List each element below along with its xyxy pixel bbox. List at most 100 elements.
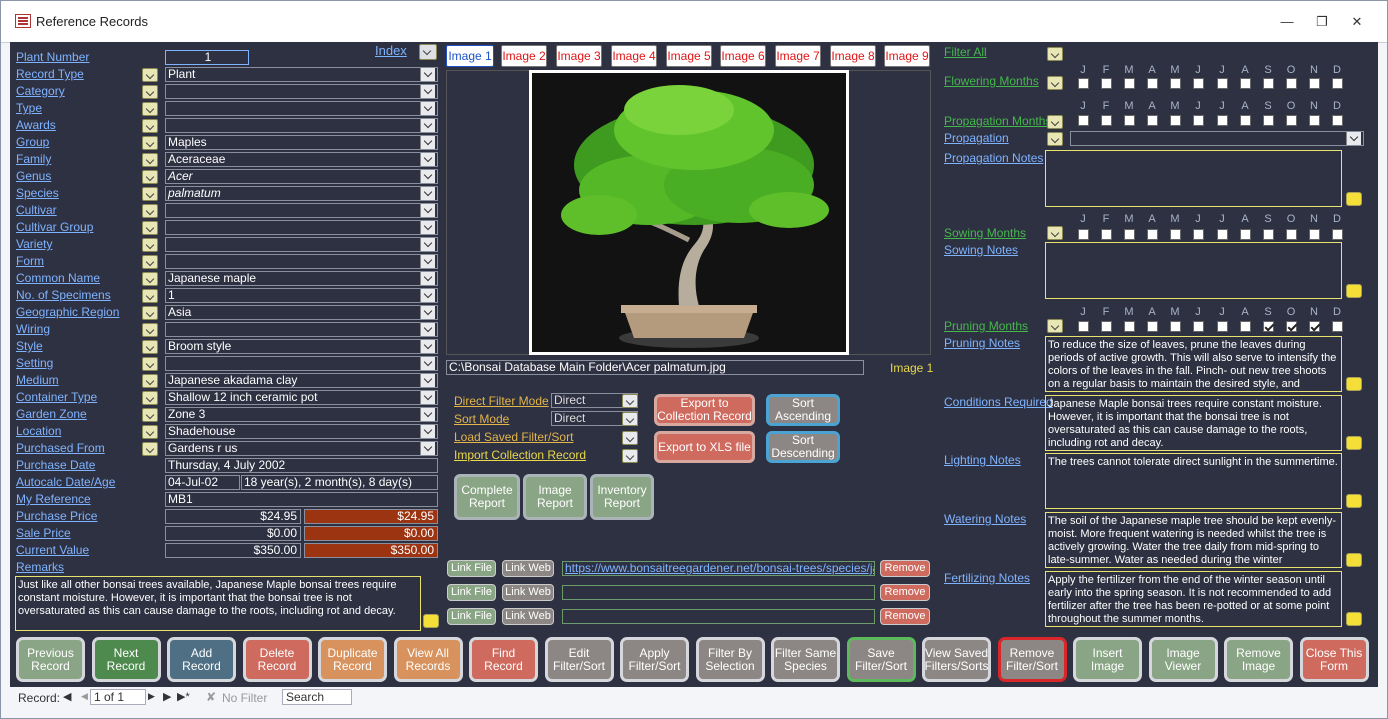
field-label[interactable]: Common Name — [16, 271, 100, 285]
sowing-month-checkbox[interactable] — [1332, 229, 1343, 240]
pruning-month-checkbox[interactable] — [1332, 321, 1343, 332]
sort-descending-button[interactable]: Sort Descending — [766, 431, 840, 463]
field-select[interactable]: Japanese akadama clay — [165, 373, 438, 388]
flowering-month-checkbox[interactable] — [1193, 78, 1204, 89]
image-tab[interactable]: Image 3 — [556, 45, 602, 67]
sowing-month-checkbox[interactable] — [1078, 229, 1089, 240]
watering-notes-zoom-button[interactable] — [1346, 553, 1362, 567]
field-select[interactable] — [165, 220, 438, 235]
filter-all-dropdown[interactable] — [1047, 47, 1063, 61]
bottom-button[interactable]: Insert Image — [1073, 637, 1142, 682]
field-label[interactable]: Variety — [16, 237, 52, 251]
flowering-month-checkbox[interactable] — [1101, 78, 1112, 89]
complete-report-button[interactable]: Complete Report — [454, 474, 520, 520]
flowering-month-checkbox[interactable] — [1217, 78, 1228, 89]
prev-record-icon[interactable]: ◀ — [81, 691, 88, 702]
bottom-button[interactable]: Find Record — [469, 637, 538, 682]
sowing-month-checkbox[interactable] — [1263, 229, 1274, 240]
field-label[interactable]: Category — [16, 84, 65, 98]
field-filter-dropdown[interactable] — [142, 306, 158, 320]
sowing-months-label[interactable]: Sowing Months — [944, 226, 1026, 240]
first-record-icon[interactable]: ◀ — [63, 690, 71, 703]
field-filter-dropdown[interactable] — [142, 153, 158, 167]
field-label[interactable]: Purchased From — [16, 441, 105, 455]
field-select[interactable] — [165, 237, 438, 252]
propagation-month-checkbox[interactable] — [1332, 115, 1343, 126]
sowing-notes-text[interactable] — [1045, 242, 1342, 299]
propagation-month-checkbox[interactable] — [1217, 115, 1228, 126]
pruning-month-checkbox[interactable] — [1101, 321, 1112, 332]
bottom-button[interactable]: Delete Record — [242, 637, 312, 682]
field-label[interactable]: Genus — [16, 169, 51, 183]
sowing-month-checkbox[interactable] — [1124, 229, 1135, 240]
remarks-text[interactable]: Just like all other bonsai trees availab… — [15, 576, 421, 631]
pruning-month-checkbox[interactable] — [1193, 321, 1204, 332]
field-filter-dropdown[interactable] — [142, 340, 158, 354]
image-tab[interactable]: Image 1 — [446, 45, 494, 67]
sowing-month-checkbox[interactable] — [1240, 229, 1251, 240]
current-value-field[interactable]: $350.00 — [165, 543, 301, 558]
propagation-notes-text[interactable] — [1045, 150, 1342, 207]
link-file-button[interactable]: Link File — [447, 584, 496, 601]
remove-link-button[interactable]: Remove — [880, 584, 930, 601]
bottom-button[interactable]: Filter Same Species — [771, 637, 840, 682]
sowing-month-checkbox[interactable] — [1309, 229, 1320, 240]
field-filter-dropdown[interactable] — [142, 102, 158, 116]
index-dropdown[interactable] — [419, 44, 437, 60]
remove-link-button[interactable]: Remove — [880, 608, 930, 625]
link-web-button[interactable]: Link Web — [502, 608, 554, 625]
flowering-month-checkbox[interactable] — [1286, 78, 1297, 89]
bottom-button[interactable]: Duplicate Record — [318, 637, 387, 682]
field-filter-dropdown[interactable] — [142, 255, 158, 269]
field-filter-dropdown[interactable] — [142, 119, 158, 133]
pruning-month-checkbox[interactable] — [1309, 321, 1320, 332]
propagation-label[interactable]: Propagation — [944, 131, 1009, 145]
sowing-month-checkbox[interactable] — [1193, 229, 1204, 240]
record-number-field[interactable]: 1 of 1 — [90, 689, 146, 705]
field-label[interactable]: Garden Zone — [16, 407, 87, 421]
field-label[interactable]: Group — [16, 135, 49, 149]
propagation-month-checkbox[interactable] — [1193, 115, 1204, 126]
watering-notes-text[interactable]: The soil of the Japanese maple tree shou… — [1045, 512, 1342, 568]
propagation-month-checkbox[interactable] — [1286, 115, 1297, 126]
field-select[interactable]: Broom style — [165, 339, 438, 354]
link-url-field[interactable] — [562, 585, 875, 600]
bottom-button[interactable]: Image Viewer — [1148, 637, 1218, 682]
propagation-month-checkbox[interactable] — [1263, 115, 1274, 126]
field-label[interactable]: Family — [16, 152, 51, 166]
bonsai-image[interactable] — [529, 70, 849, 355]
propagation-months-label[interactable]: Propagation Months — [944, 114, 1051, 128]
field-select[interactable]: 1 — [165, 288, 438, 303]
field-filter-dropdown[interactable] — [142, 170, 158, 184]
field-filter-dropdown[interactable] — [142, 221, 158, 235]
sowing-month-checkbox[interactable] — [1101, 229, 1112, 240]
filter-all-label[interactable]: Filter All — [944, 45, 987, 59]
image-tab[interactable]: Image 5 — [666, 45, 712, 67]
field-label[interactable]: Plant Number — [16, 50, 89, 64]
direct-filter-mode-dropdown[interactable] — [622, 394, 638, 408]
field-filter-dropdown[interactable] — [142, 204, 158, 218]
flowering-month-checkbox[interactable] — [1078, 78, 1089, 89]
bottom-button[interactable]: Edit Filter/Sort — [544, 637, 614, 682]
sowing-month-checkbox[interactable] — [1286, 229, 1297, 240]
next-record-icon[interactable]: ▶ — [148, 691, 155, 702]
conditions-notes-zoom-button[interactable] — [1346, 436, 1362, 450]
link-url-field[interactable] — [562, 609, 875, 624]
field-filter-dropdown[interactable] — [142, 357, 158, 371]
image-tab[interactable]: Image 8 — [830, 45, 876, 67]
import-collection-label[interactable]: Import Collection Record — [454, 448, 586, 462]
flowering-month-checkbox[interactable] — [1309, 78, 1320, 89]
bottom-button[interactable]: View All Records — [393, 637, 463, 682]
close-icon[interactable]: ✕ — [1345, 13, 1369, 31]
export-collection-button[interactable]: Export to Collection Record — [654, 394, 755, 426]
propagation-month-checkbox[interactable] — [1078, 115, 1089, 126]
field-label[interactable]: Medium — [16, 373, 59, 387]
propagation-month-checkbox[interactable] — [1101, 115, 1112, 126]
purchase-price-field[interactable]: $24.95 — [165, 509, 301, 524]
field-label[interactable]: Species — [16, 186, 59, 200]
maximize-icon[interactable]: ❐ — [1310, 13, 1334, 31]
field-filter-dropdown[interactable] — [142, 238, 158, 252]
field-select[interactable]: Gardens r us — [165, 441, 438, 456]
search-input[interactable]: Search — [282, 689, 352, 705]
field-select[interactable]: Zone 3 — [165, 407, 438, 422]
